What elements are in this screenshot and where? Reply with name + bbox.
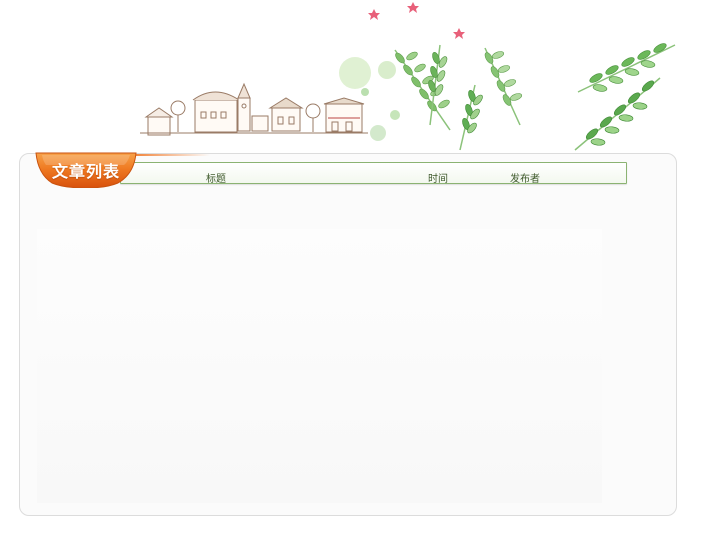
tab-article-list[interactable]: 文章列表	[34, 152, 138, 188]
wheat-sprig-icon	[459, 84, 483, 151]
tab-label: 文章列表	[51, 162, 120, 181]
article-list-panel	[19, 153, 677, 516]
column-header-time: 时间	[428, 174, 448, 185]
wheat-sprig-icon	[577, 43, 676, 93]
page: 标题 时间 发布者 文章列表	[0, 0, 708, 538]
table-header-row	[120, 162, 627, 184]
column-header-title: 标题	[206, 174, 226, 185]
wheat-sprig-icon	[574, 77, 661, 151]
wheat-sprig-icon	[484, 47, 523, 126]
star-icon	[368, 2, 465, 39]
header-illustration	[140, 2, 676, 151]
town-sketch	[140, 82, 368, 136]
article-list-body	[37, 229, 602, 503]
column-header-author: 发布者	[510, 174, 540, 185]
